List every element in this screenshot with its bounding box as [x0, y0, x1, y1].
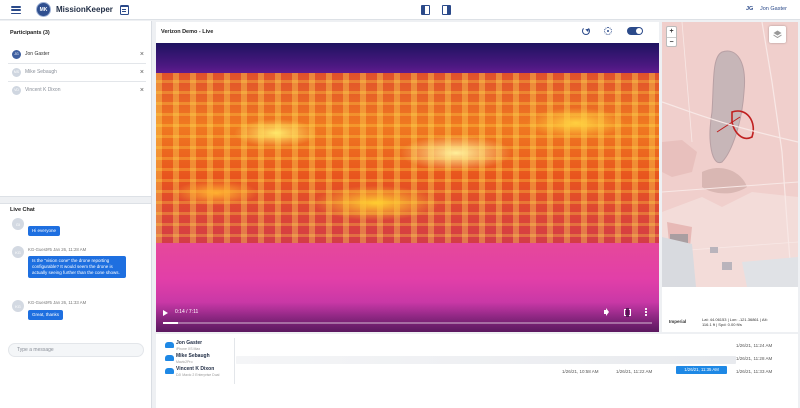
participant-name: Vincent K Dixon — [25, 87, 61, 93]
zoom-out-button[interactable]: − — [667, 37, 676, 47]
timeline-track[interactable] — [236, 356, 736, 364]
units-label[interactable]: Imperial — [669, 319, 686, 324]
telemetry-line-2: 116.1 ft | Spd: 0.00 ft/s — [702, 322, 742, 327]
live-chat-title: Live Chat — [10, 207, 35, 213]
live-toggle[interactable] — [627, 27, 643, 35]
map-panel: + − Imperial Lat: 44.06153 | Lon: -121.3… — [662, 22, 798, 332]
map-layers-button[interactable] — [769, 26, 786, 43]
user-initials[interactable]: JG — [746, 6, 753, 12]
avatar: KG — [12, 246, 24, 258]
close-icon[interactable]: × — [140, 69, 144, 76]
participant-row[interactable]: JG Jon Gaster × — [12, 48, 144, 60]
top-bar: MK MissionKeeper JG Jon Gaster — [0, 0, 800, 20]
avatar: JG — [12, 49, 21, 59]
participant-name: Mike Sebaugh — [25, 69, 57, 75]
timeline-end-time: 1/26/21, 11:33 AM — [736, 369, 773, 374]
more-options-icon[interactable] — [645, 308, 647, 317]
video-controls-bar — [156, 302, 659, 332]
chat-message: Is the "vision cone" the drone reporting… — [28, 256, 126, 278]
timeline-device: Mavic2Pro — [176, 360, 193, 364]
divider — [8, 63, 146, 64]
participants-title: Participants (3) — [10, 30, 50, 36]
video-title: Verizon Demo - Live — [161, 29, 214, 35]
timeline-device: iPhone XS Max — [176, 347, 201, 351]
layout-right-panel-icon[interactable] — [442, 5, 451, 15]
participant-row[interactable]: MS Mike Sebaugh × — [12, 66, 144, 78]
timeline-name: Jon Gaster — [176, 340, 203, 346]
map-graphic — [662, 22, 798, 287]
close-icon[interactable]: × — [140, 51, 144, 58]
avatar: KG — [12, 300, 24, 312]
drone-icon — [165, 368, 174, 374]
avatar: MS — [12, 67, 21, 77]
close-icon[interactable]: × — [140, 87, 144, 94]
calendar-icon[interactable] — [120, 5, 129, 15]
video-progress-bar[interactable] — [163, 322, 652, 324]
chat-message-input[interactable] — [9, 344, 143, 356]
left-panel: Participants (3) JG Jon Gaster × MS Mike… — [0, 21, 152, 408]
hamburger-menu-icon[interactable] — [11, 5, 21, 15]
current-time-badge[interactable]: 1/26/21, 11:35 AM — [676, 366, 727, 374]
chat-message: Great, thanks — [28, 310, 64, 320]
timeline-row[interactable]: Mike Sebaugh Mavic2Pro 1/26/21, 11:28 AM — [156, 353, 798, 367]
person-icon — [165, 342, 174, 348]
timeline-device: DJI Mavic 2 Enterprise Dual — [176, 373, 220, 377]
layers-icon — [773, 30, 782, 39]
chat-meta: KG-Guest#5 Jan 26, 11:33 AM — [28, 300, 87, 305]
telemetry-readout: Lat: 44.06153 | Lon: -121.36861 | Alt: 1… — [702, 317, 794, 327]
video-time: 0:14 / 7:11 — [175, 309, 199, 315]
chat-meta: KG-Guest#5 Jan 26, 11:28 AM — [28, 247, 87, 252]
video-player[interactable]: 0:14 / 7:11 — [156, 43, 659, 332]
timeline-tick-time: 1/26/21, 10:58 AM — [562, 369, 599, 374]
video-progress-fill — [163, 322, 178, 324]
play-icon[interactable] — [163, 310, 168, 316]
participants-title-text: Participants (3) — [10, 30, 50, 36]
video-thermal-town — [156, 73, 659, 248]
zoom-in-button[interactable]: + — [667, 27, 676, 37]
chat-input-wrapper — [8, 343, 144, 357]
app-logo: MK — [36, 2, 51, 17]
participant-name: Jon Gaster — [25, 51, 50, 57]
avatar: VD — [12, 85, 21, 95]
divider — [8, 81, 146, 82]
settings-icon[interactable] — [604, 27, 612, 35]
avatar: GI — [12, 218, 24, 230]
timeline-name: Mike Sebaugh — [176, 353, 210, 359]
refresh-icon[interactable] — [582, 27, 590, 35]
timeline-end-time: 1/26/21, 11:28 AM — [736, 356, 773, 361]
timeline-end-time: 1/26/21, 11:24 AM — [736, 343, 773, 348]
timeline-name: Vincent K Dixon — [176, 366, 215, 372]
drone-icon — [165, 355, 174, 361]
video-panel: Verizon Demo - Live 0:14 / 7:11 — [156, 22, 659, 332]
layout-left-panel-icon[interactable] — [421, 5, 430, 15]
zoom-controls: + − — [666, 26, 677, 47]
app-title: MissionKeeper — [56, 5, 113, 14]
map-view[interactable]: + − — [662, 22, 798, 287]
timeline-tick-time: 1/26/21, 11:22 AM — [616, 369, 653, 374]
user-name[interactable]: Jon Gaster — [760, 6, 787, 12]
chat-message: Hi everyone — [28, 226, 61, 236]
timeline-panel: Jon Gaster iPhone XS Max 1/26/21, 11:24 … — [156, 334, 798, 408]
panel-separator — [0, 196, 151, 204]
volume-icon[interactable] — [604, 310, 607, 314]
fullscreen-icon[interactable] — [624, 308, 631, 317]
participant-row[interactable]: VD Vincent K Dixon × — [12, 84, 144, 96]
timeline-row[interactable]: Jon Gaster iPhone XS Max 1/26/21, 11:24 … — [156, 340, 798, 354]
map-footer: Imperial Lat: 44.06153 | Lon: -121.36861… — [662, 315, 798, 332]
